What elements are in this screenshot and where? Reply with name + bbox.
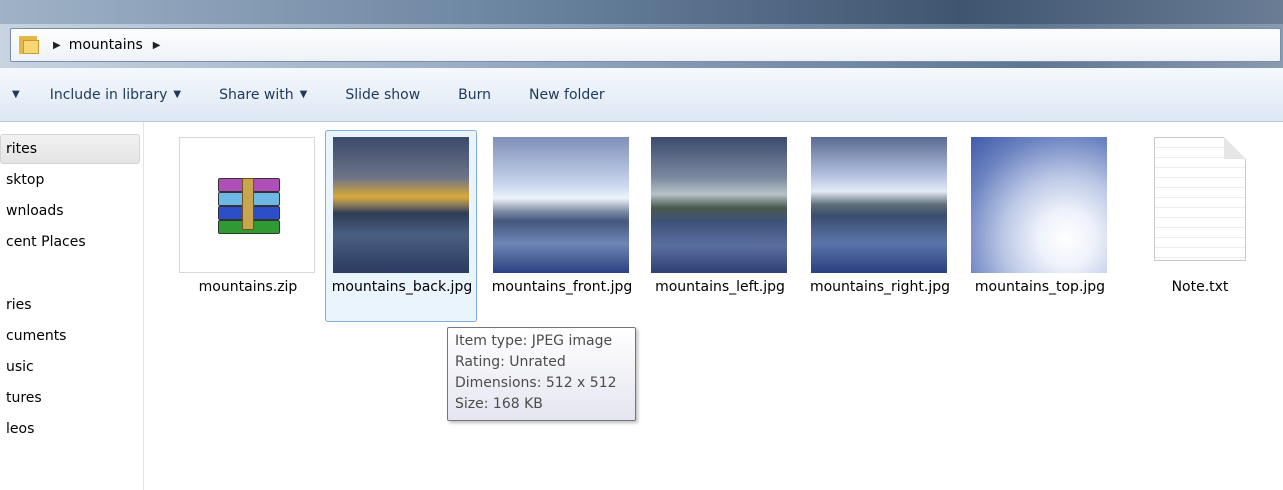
file-item-mountains-right[interactable]: mountains_right.jpg xyxy=(803,130,955,322)
breadcrumb-mountains[interactable]: mountains xyxy=(69,37,143,53)
file-item-mountains-zip[interactable]: mountains.zip xyxy=(171,130,323,322)
image-thumbnail xyxy=(333,137,469,273)
tooltip-dimensions: Dimensions: 512 x 512 xyxy=(455,375,617,391)
image-thumbnail xyxy=(971,137,1107,273)
slide-show-button[interactable]: Slide show xyxy=(345,87,420,103)
file-item-mountains-left[interactable]: mountains_left.jpg xyxy=(643,130,795,322)
file-name: mountains_top.jpg xyxy=(974,279,1106,295)
tooltip-size: Size: 168 KB xyxy=(455,396,543,412)
text-document-icon xyxy=(1131,137,1267,273)
image-thumbnail xyxy=(651,137,787,273)
address-field[interactable]: ▶ mountains ▶ xyxy=(10,28,1281,62)
address-bar: ▶ mountains ▶ xyxy=(0,24,1283,68)
file-info-tooltip: Item type: JPEG image Rating: Unrated Di… xyxy=(447,327,636,421)
file-item-mountains-top[interactable]: mountains_top.jpg xyxy=(963,130,1115,322)
nav-item-recent-places[interactable]: cent Places xyxy=(6,230,86,254)
share-with-label: Share with xyxy=(219,86,294,103)
file-name: mountains_back.jpg xyxy=(331,279,473,295)
file-list: mountains.zip mountains_back.jpg mountai… xyxy=(145,122,1283,490)
navigation-pane: rites sktop wnloads cent Places ries cum… xyxy=(0,122,144,490)
file-name: mountains.zip xyxy=(198,279,298,295)
folder-icon xyxy=(19,36,41,54)
share-with-button[interactable]: Share with ▼ xyxy=(219,87,307,103)
include-in-library-label: Include in library xyxy=(49,86,168,103)
chevron-down-icon: ▼ xyxy=(173,89,182,100)
nav-item-favorites[interactable]: rites xyxy=(6,137,37,161)
file-name: mountains_left.jpg xyxy=(655,279,785,295)
organize-dropdown-arrow-icon[interactable]: ▼ xyxy=(12,89,20,100)
window-title-bar xyxy=(0,0,1283,26)
nav-item-videos[interactable]: leos xyxy=(6,417,34,441)
burn-button[interactable]: Burn xyxy=(458,87,491,103)
file-name: mountains_front.jpg xyxy=(491,279,633,295)
tooltip-rating: Rating: Unrated xyxy=(455,354,566,370)
nav-item-libraries[interactable]: ries xyxy=(6,293,32,317)
breadcrumb-chevron-icon[interactable]: ▶ xyxy=(153,40,161,51)
nav-item-pictures[interactable]: tures xyxy=(6,386,42,410)
file-name: Note.txt xyxy=(1171,279,1229,295)
file-item-note-txt[interactable]: Note.txt xyxy=(1123,130,1275,322)
image-thumbnail xyxy=(493,137,629,273)
new-folder-button[interactable]: New folder xyxy=(529,87,605,103)
image-thumbnail xyxy=(811,137,947,273)
nav-item-downloads[interactable]: wnloads xyxy=(6,199,64,223)
command-bar: ▼ Include in library ▼ Share with ▼ Slid… xyxy=(0,68,1283,122)
file-name: mountains_right.jpg xyxy=(809,279,951,295)
include-in-library-button[interactable]: Include in library ▼ xyxy=(50,87,181,103)
breadcrumb-arrow-icon[interactable]: ▶ xyxy=(53,40,61,51)
nav-item-documents[interactable]: cuments xyxy=(6,324,66,348)
file-item-mountains-front[interactable]: mountains_front.jpg xyxy=(485,130,637,322)
zip-archive-icon xyxy=(179,137,315,273)
nav-item-music[interactable]: usic xyxy=(6,355,34,379)
tooltip-item-type: Item type: JPEG image xyxy=(455,333,613,349)
nav-item-desktop[interactable]: sktop xyxy=(6,168,44,192)
chevron-down-icon: ▼ xyxy=(299,89,308,100)
file-item-mountains-back[interactable]: mountains_back.jpg xyxy=(325,130,477,322)
